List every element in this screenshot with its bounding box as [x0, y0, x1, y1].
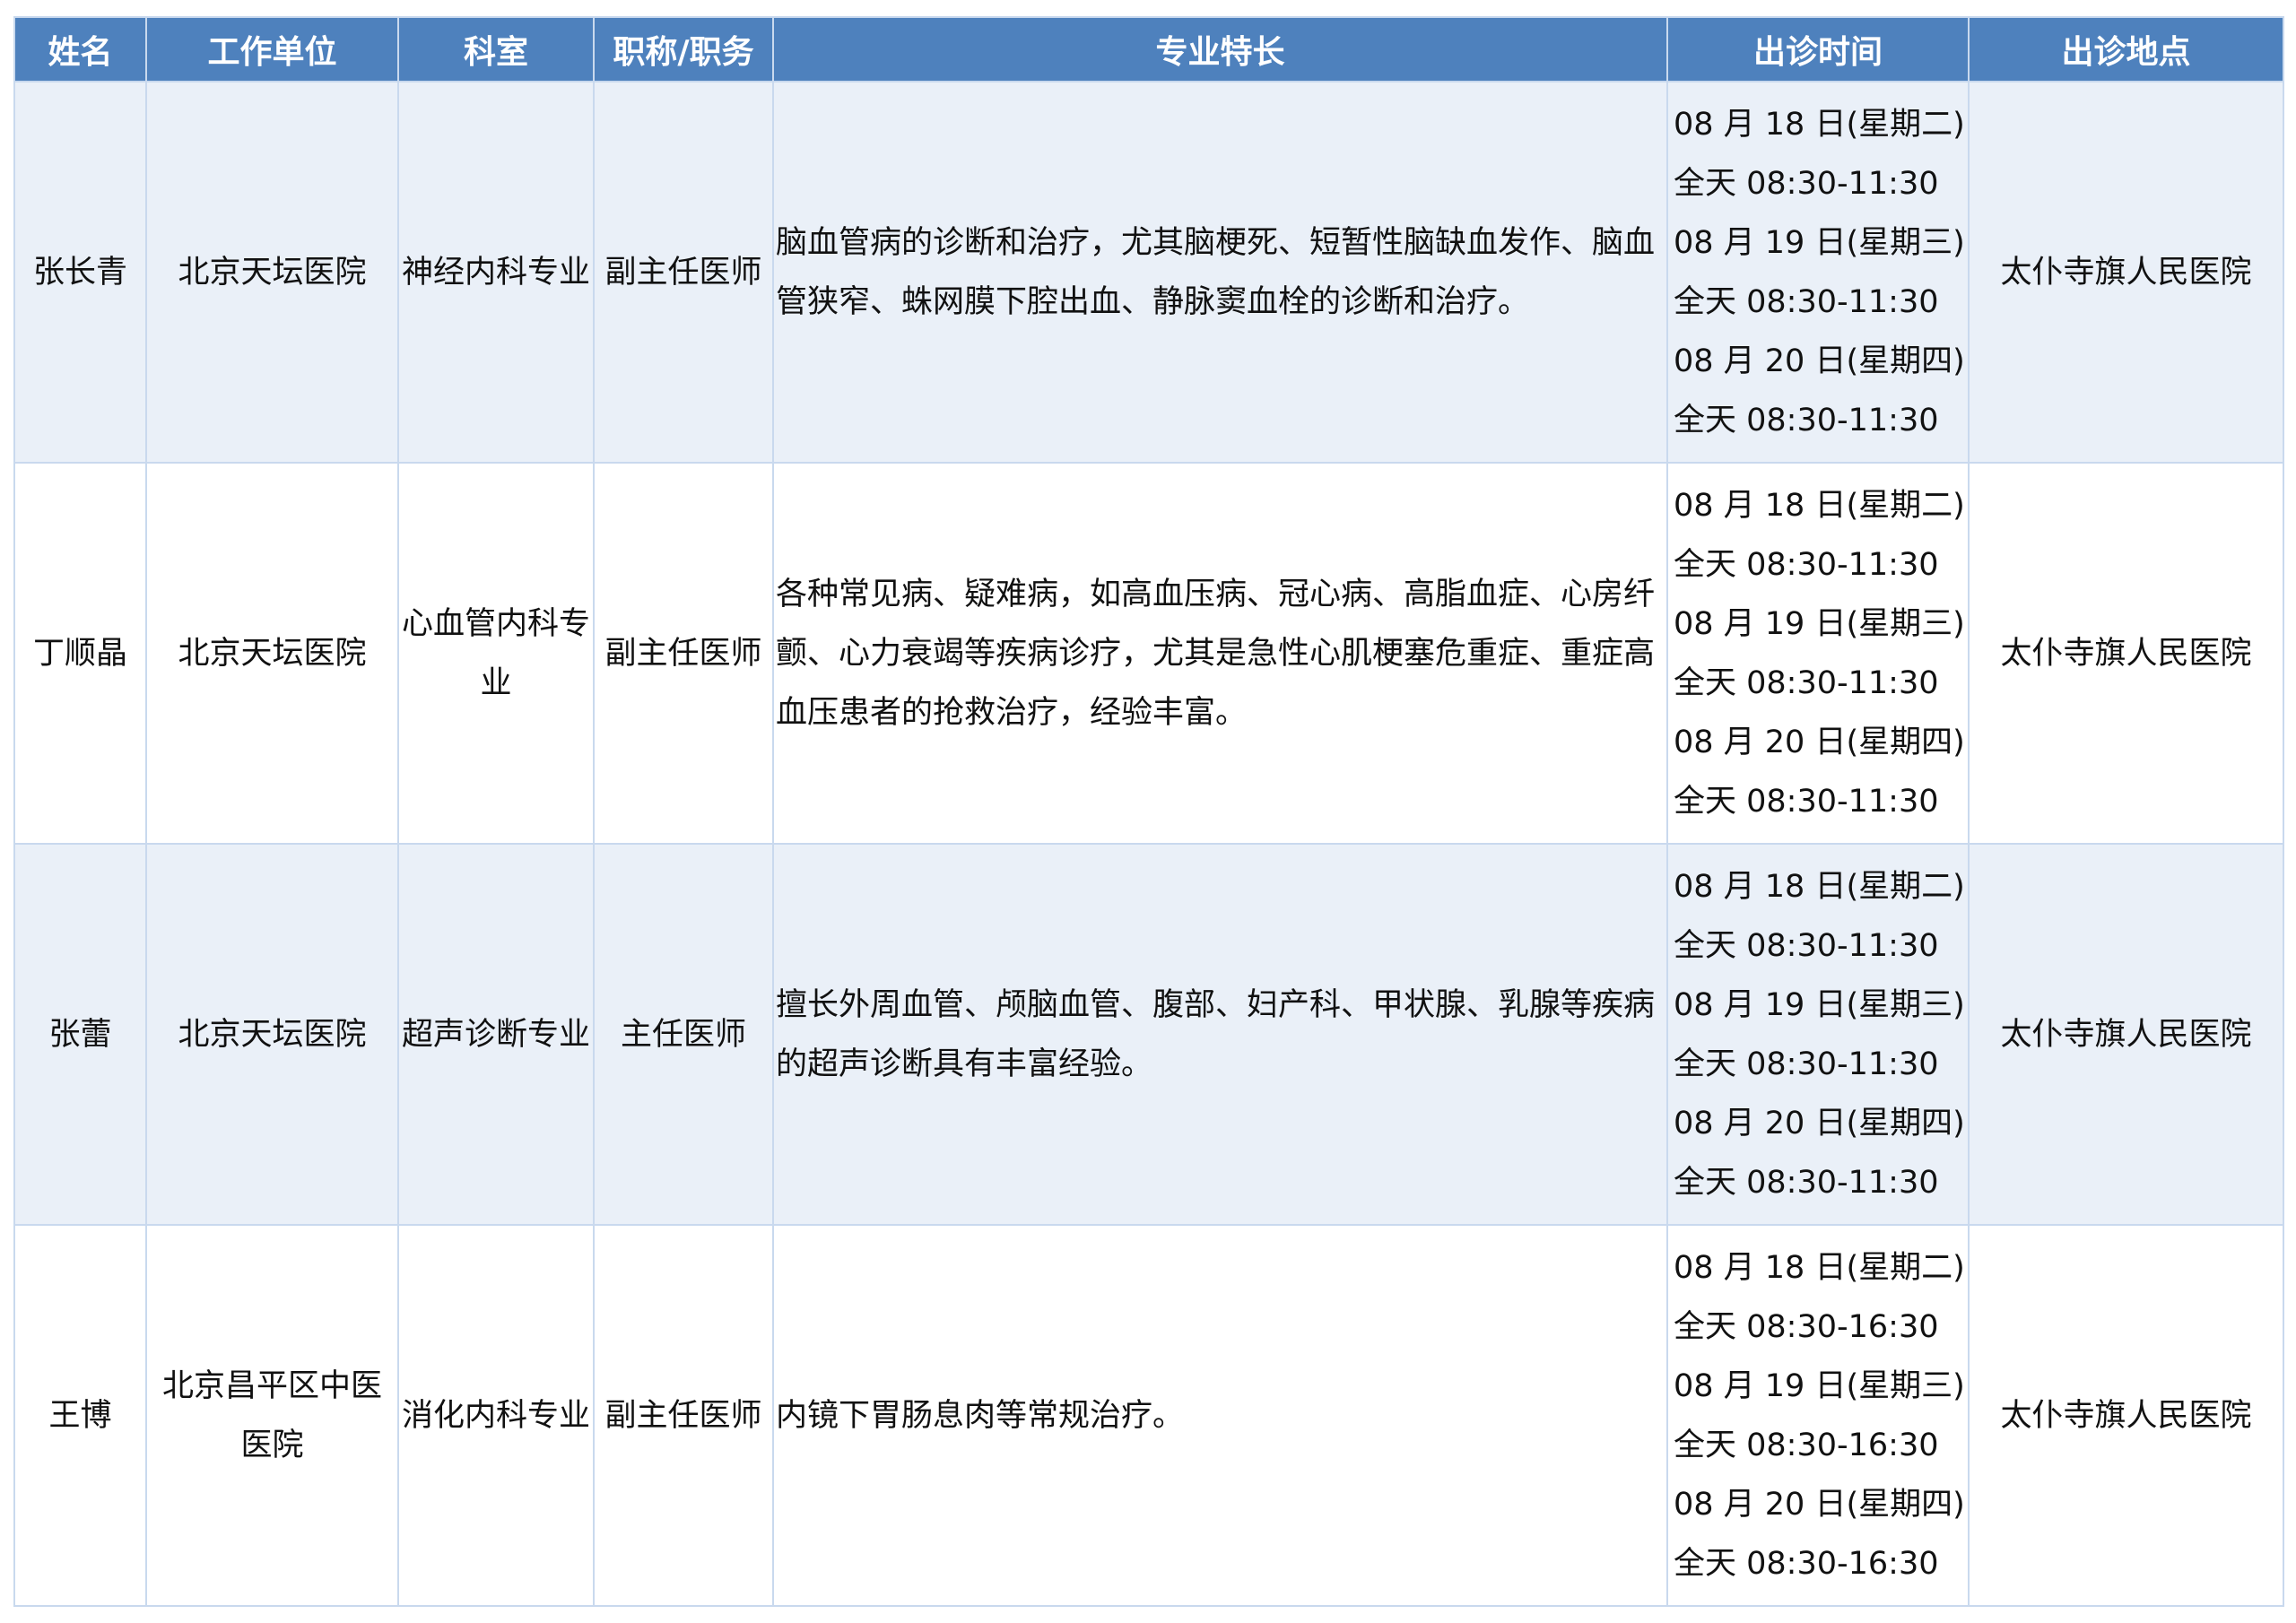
schedule-date: 08 月 19 日(星期三) — [1674, 986, 1965, 1023]
schedule-date: 08 月 19 日(星期三) — [1674, 605, 1965, 642]
header-workplace: 工作单位 — [145, 16, 399, 82]
schedule-date: 08 月 19 日(星期三) — [1674, 1367, 1965, 1404]
doctor-name: 丁顺晶 — [13, 462, 147, 845]
table-body: 张长青 北京天坛医院 神经内科专业 副主任医师 脑血管病的诊断和治疗，尤其脑梗死… — [13, 81, 2284, 1607]
schedule-date: 08 月 20 日(星期四) — [1674, 724, 1965, 760]
department: 超声诊断专业 — [397, 843, 595, 1226]
schedule-hours: 全天 08:30-11:30 — [1674, 783, 1939, 820]
header-specialty: 专业特长 — [772, 16, 1668, 82]
workplace: 北京天坛医院 — [145, 843, 399, 1226]
header-title: 职称/职务 — [593, 16, 774, 82]
job-title: 副主任医师 — [593, 462, 774, 845]
job-title: 副主任医师 — [593, 81, 774, 464]
header-department: 科室 — [397, 16, 595, 82]
clinic-schedule: 08 月 18 日(星期二) 全天 08:30-11:30 08 月 19 日(… — [1666, 843, 1970, 1226]
schedule-hours: 全天 08:30-16:30 — [1674, 1427, 1939, 1463]
specialty: 脑血管病的诊断和治疗，尤其脑梗死、短暂性脑缺血发作、脑血管狭窄、蛛网膜下腔出血、… — [772, 81, 1668, 464]
clinic-schedule: 08 月 18 日(星期二) 全天 08:30-11:30 08 月 19 日(… — [1666, 81, 1970, 464]
clinic-location: 太仆寺旗人民医院 — [1968, 81, 2284, 464]
specialty: 内镜下胃肠息肉等常规治疗。 — [772, 1224, 1668, 1607]
job-title: 主任医师 — [593, 843, 774, 1226]
specialty: 擅长外周血管、颅脑血管、腹部、妇产科、甲状腺、乳腺等疾病的超声诊断具有丰富经验。 — [772, 843, 1668, 1226]
workplace: 北京昌平区中医医院 — [145, 1224, 399, 1607]
schedule-date: 08 月 19 日(星期三) — [1674, 224, 1965, 261]
clinic-location: 太仆寺旗人民医院 — [1968, 462, 2284, 845]
doctor-name: 张长青 — [13, 81, 147, 464]
clinic-location: 太仆寺旗人民医院 — [1968, 843, 2284, 1226]
doctor-name: 张蕾 — [13, 843, 147, 1226]
schedule-hours: 全天 08:30-11:30 — [1674, 546, 1939, 583]
schedule-hours: 全天 08:30-11:30 — [1674, 402, 1939, 438]
table-row: 张长青 北京天坛医院 神经内科专业 副主任医师 脑血管病的诊断和治疗，尤其脑梗死… — [13, 81, 2284, 464]
schedule-hours: 全天 08:30-11:30 — [1674, 283, 1939, 320]
header-row: 姓名 工作单位 科室 职称/职务 专业特长 出诊时间 出诊地点 — [13, 16, 2284, 82]
header-location: 出诊地点 — [1968, 16, 2284, 82]
table-row: 张蕾 北京天坛医院 超声诊断专业 主任医师 擅长外周血管、颅脑血管、腹部、妇产科… — [13, 843, 2284, 1226]
schedule-date: 08 月 18 日(星期二) — [1674, 1249, 1965, 1286]
clinic-location: 太仆寺旗人民医院 — [1968, 1224, 2284, 1607]
header-name: 姓名 — [13, 16, 147, 82]
schedule-date: 08 月 18 日(星期二) — [1674, 868, 1965, 905]
table-row: 丁顺晶 北京天坛医院 心血管内科专业 副主任医师 各种常见病、疑难病，如高血压病… — [13, 462, 2284, 845]
department: 神经内科专业 — [397, 81, 595, 464]
department: 消化内科专业 — [397, 1224, 595, 1607]
schedule-table: 姓名 工作单位 科室 职称/职务 专业特长 出诊时间 出诊地点 张长青 北京天坛… — [13, 16, 2284, 1607]
schedule-date: 08 月 20 日(星期四) — [1674, 1486, 1965, 1523]
header-schedule: 出诊时间 — [1666, 16, 1970, 82]
schedule-hours: 全天 08:30-16:30 — [1674, 1308, 1939, 1345]
schedule-date: 08 月 20 日(星期四) — [1674, 1105, 1965, 1141]
specialty: 各种常见病、疑难病，如高血压病、冠心病、高脂血症、心房纤颤、心力衰竭等疾病诊疗，… — [772, 462, 1668, 845]
schedule-hours: 全天 08:30-11:30 — [1674, 1164, 1939, 1201]
schedule-date: 08 月 18 日(星期二) — [1674, 487, 1965, 524]
workplace: 北京天坛医院 — [145, 462, 399, 845]
schedule-hours: 全天 08:30-11:30 — [1674, 927, 1939, 964]
schedule-hours: 全天 08:30-11:30 — [1674, 664, 1939, 701]
department: 心血管内科专业 — [397, 462, 595, 845]
clinic-schedule: 08 月 18 日(星期二) 全天 08:30-11:30 08 月 19 日(… — [1666, 462, 1970, 845]
workplace: 北京天坛医院 — [145, 81, 399, 464]
schedule-hours: 全天 08:30-11:30 — [1674, 1046, 1939, 1082]
table-row: 王博 北京昌平区中医医院 消化内科专业 副主任医师 内镜下胃肠息肉等常规治疗。 … — [13, 1224, 2284, 1607]
job-title: 副主任医师 — [593, 1224, 774, 1607]
schedule-date: 08 月 18 日(星期二) — [1674, 106, 1965, 143]
schedule-hours: 全天 08:30-11:30 — [1674, 165, 1939, 202]
doctor-name: 王博 — [13, 1224, 147, 1607]
table-header: 姓名 工作单位 科室 职称/职务 专业特长 出诊时间 出诊地点 — [13, 16, 2284, 82]
clinic-schedule: 08 月 18 日(星期二) 全天 08:30-16:30 08 月 19 日(… — [1666, 1224, 1970, 1607]
schedule-hours: 全天 08:30-16:30 — [1674, 1545, 1939, 1582]
schedule-date: 08 月 20 日(星期四) — [1674, 343, 1965, 379]
